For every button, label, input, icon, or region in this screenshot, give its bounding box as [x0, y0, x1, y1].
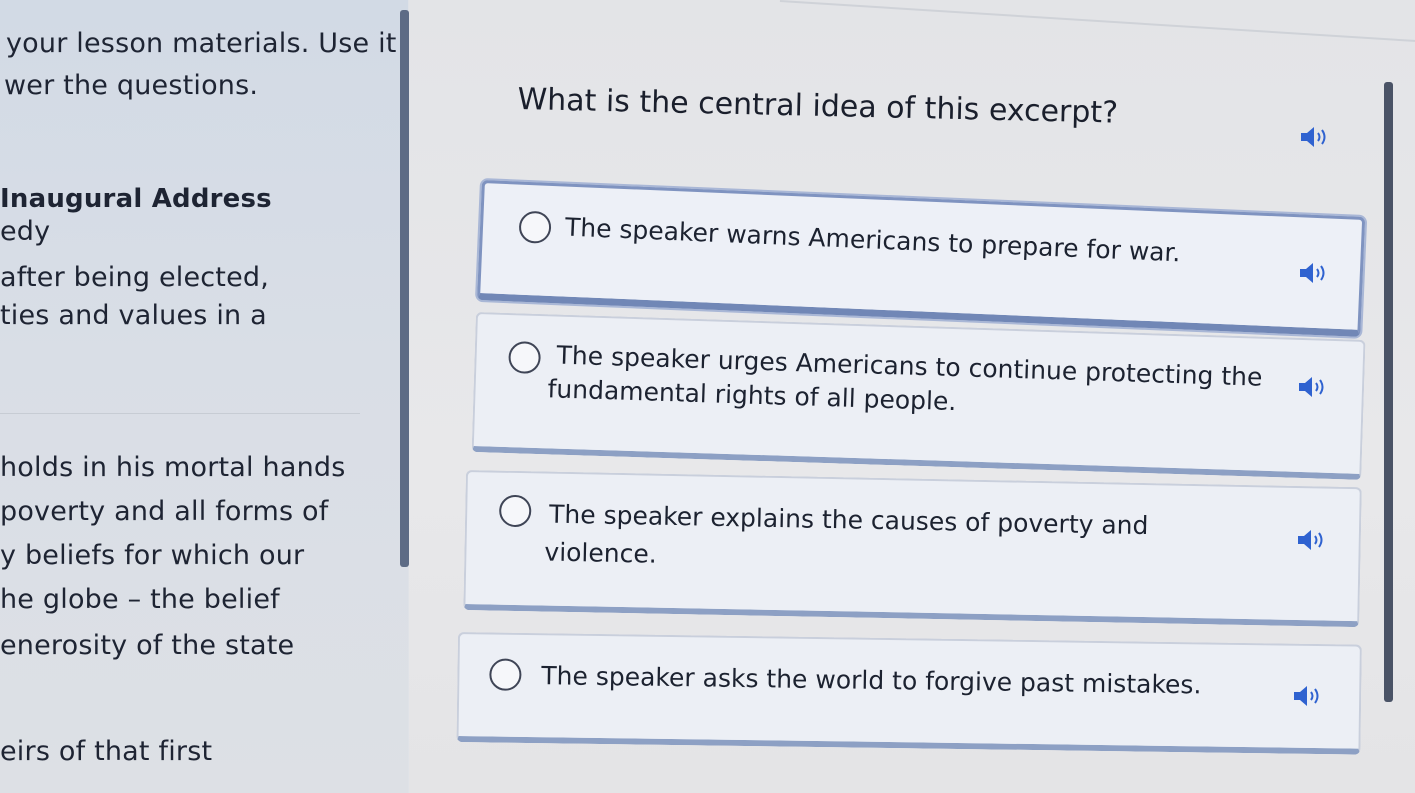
passage-line: he globe – the belief	[0, 584, 280, 615]
passage-divider	[0, 413, 360, 414]
passage-line: your lesson materials. Use it	[6, 28, 397, 59]
question-scrollbar[interactable]	[1384, 82, 1393, 702]
answer-option-b[interactable]: The speaker urges Americans to continue …	[471, 312, 1366, 480]
option-text: The speaker asks the world to forgive pa…	[541, 661, 1202, 700]
passage-line: enerosity of the state	[0, 630, 295, 661]
speaker-icon[interactable]	[1299, 124, 1333, 150]
answer-option-c[interactable]: The speaker explains the causes of pover…	[463, 470, 1362, 628]
option-text: The speaker explains the causes of pover…	[548, 499, 1149, 541]
passage-title: Inaugural Address	[0, 184, 272, 214]
passage-author: edy	[0, 216, 51, 247]
passage-line: poverty and all forms of	[0, 496, 329, 527]
radio-button[interactable]	[498, 494, 532, 528]
passage-line: holds in his mortal hands	[0, 452, 346, 483]
radio-button[interactable]	[518, 210, 552, 244]
passage-line: eirs of that first	[0, 736, 213, 767]
option-text: The speaker warns Americans to prepare f…	[564, 212, 1182, 268]
speaker-icon[interactable]	[1292, 683, 1326, 709]
radio-button[interactable]	[489, 658, 522, 691]
speaker-icon[interactable]	[1298, 260, 1332, 286]
passage-line: after being elected,	[0, 262, 270, 293]
speaker-icon[interactable]	[1296, 527, 1330, 553]
passage-panel: your lesson materials. Use it wer the qu…	[0, 0, 408, 793]
answer-option-d[interactable]: The speaker asks the world to forgive pa…	[456, 632, 1362, 755]
radio-button[interactable]	[508, 341, 542, 375]
passage-scrollbar[interactable]	[400, 10, 409, 567]
passage-line: ties and values in a	[0, 300, 267, 331]
passage-line: y beliefs for which our	[0, 540, 305, 571]
speaker-icon[interactable]	[1297, 374, 1331, 400]
passage-line: wer the questions.	[4, 70, 259, 101]
option-text: violence.	[544, 537, 657, 569]
